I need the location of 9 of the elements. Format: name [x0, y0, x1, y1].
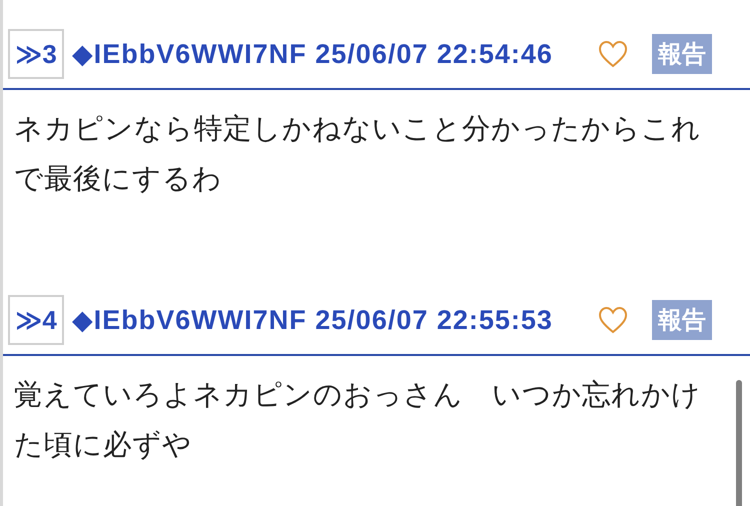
post-author-date: ◆IEbbV6WWI7NF 25/06/07 22:55:53: [72, 304, 553, 336]
heart-icon[interactable]: [598, 40, 628, 68]
post-author-date: ◆IEbbV6WWI7NF 25/06/07 22:54:46: [72, 38, 553, 70]
post-body: 覚えていろよネカピンのおっさん いつか忘れかけた頃に必ずや: [13, 378, 702, 463]
heart-icon[interactable]: [598, 306, 628, 334]
scrollbar[interactable]: [736, 380, 742, 506]
reply-number-link[interactable]: ≫3: [8, 29, 64, 79]
reply-number-link[interactable]: ≫4: [8, 295, 64, 345]
post-body: ネカピンなら特定しかねないこと分かったからこれで最後にするわ: [13, 112, 702, 197]
